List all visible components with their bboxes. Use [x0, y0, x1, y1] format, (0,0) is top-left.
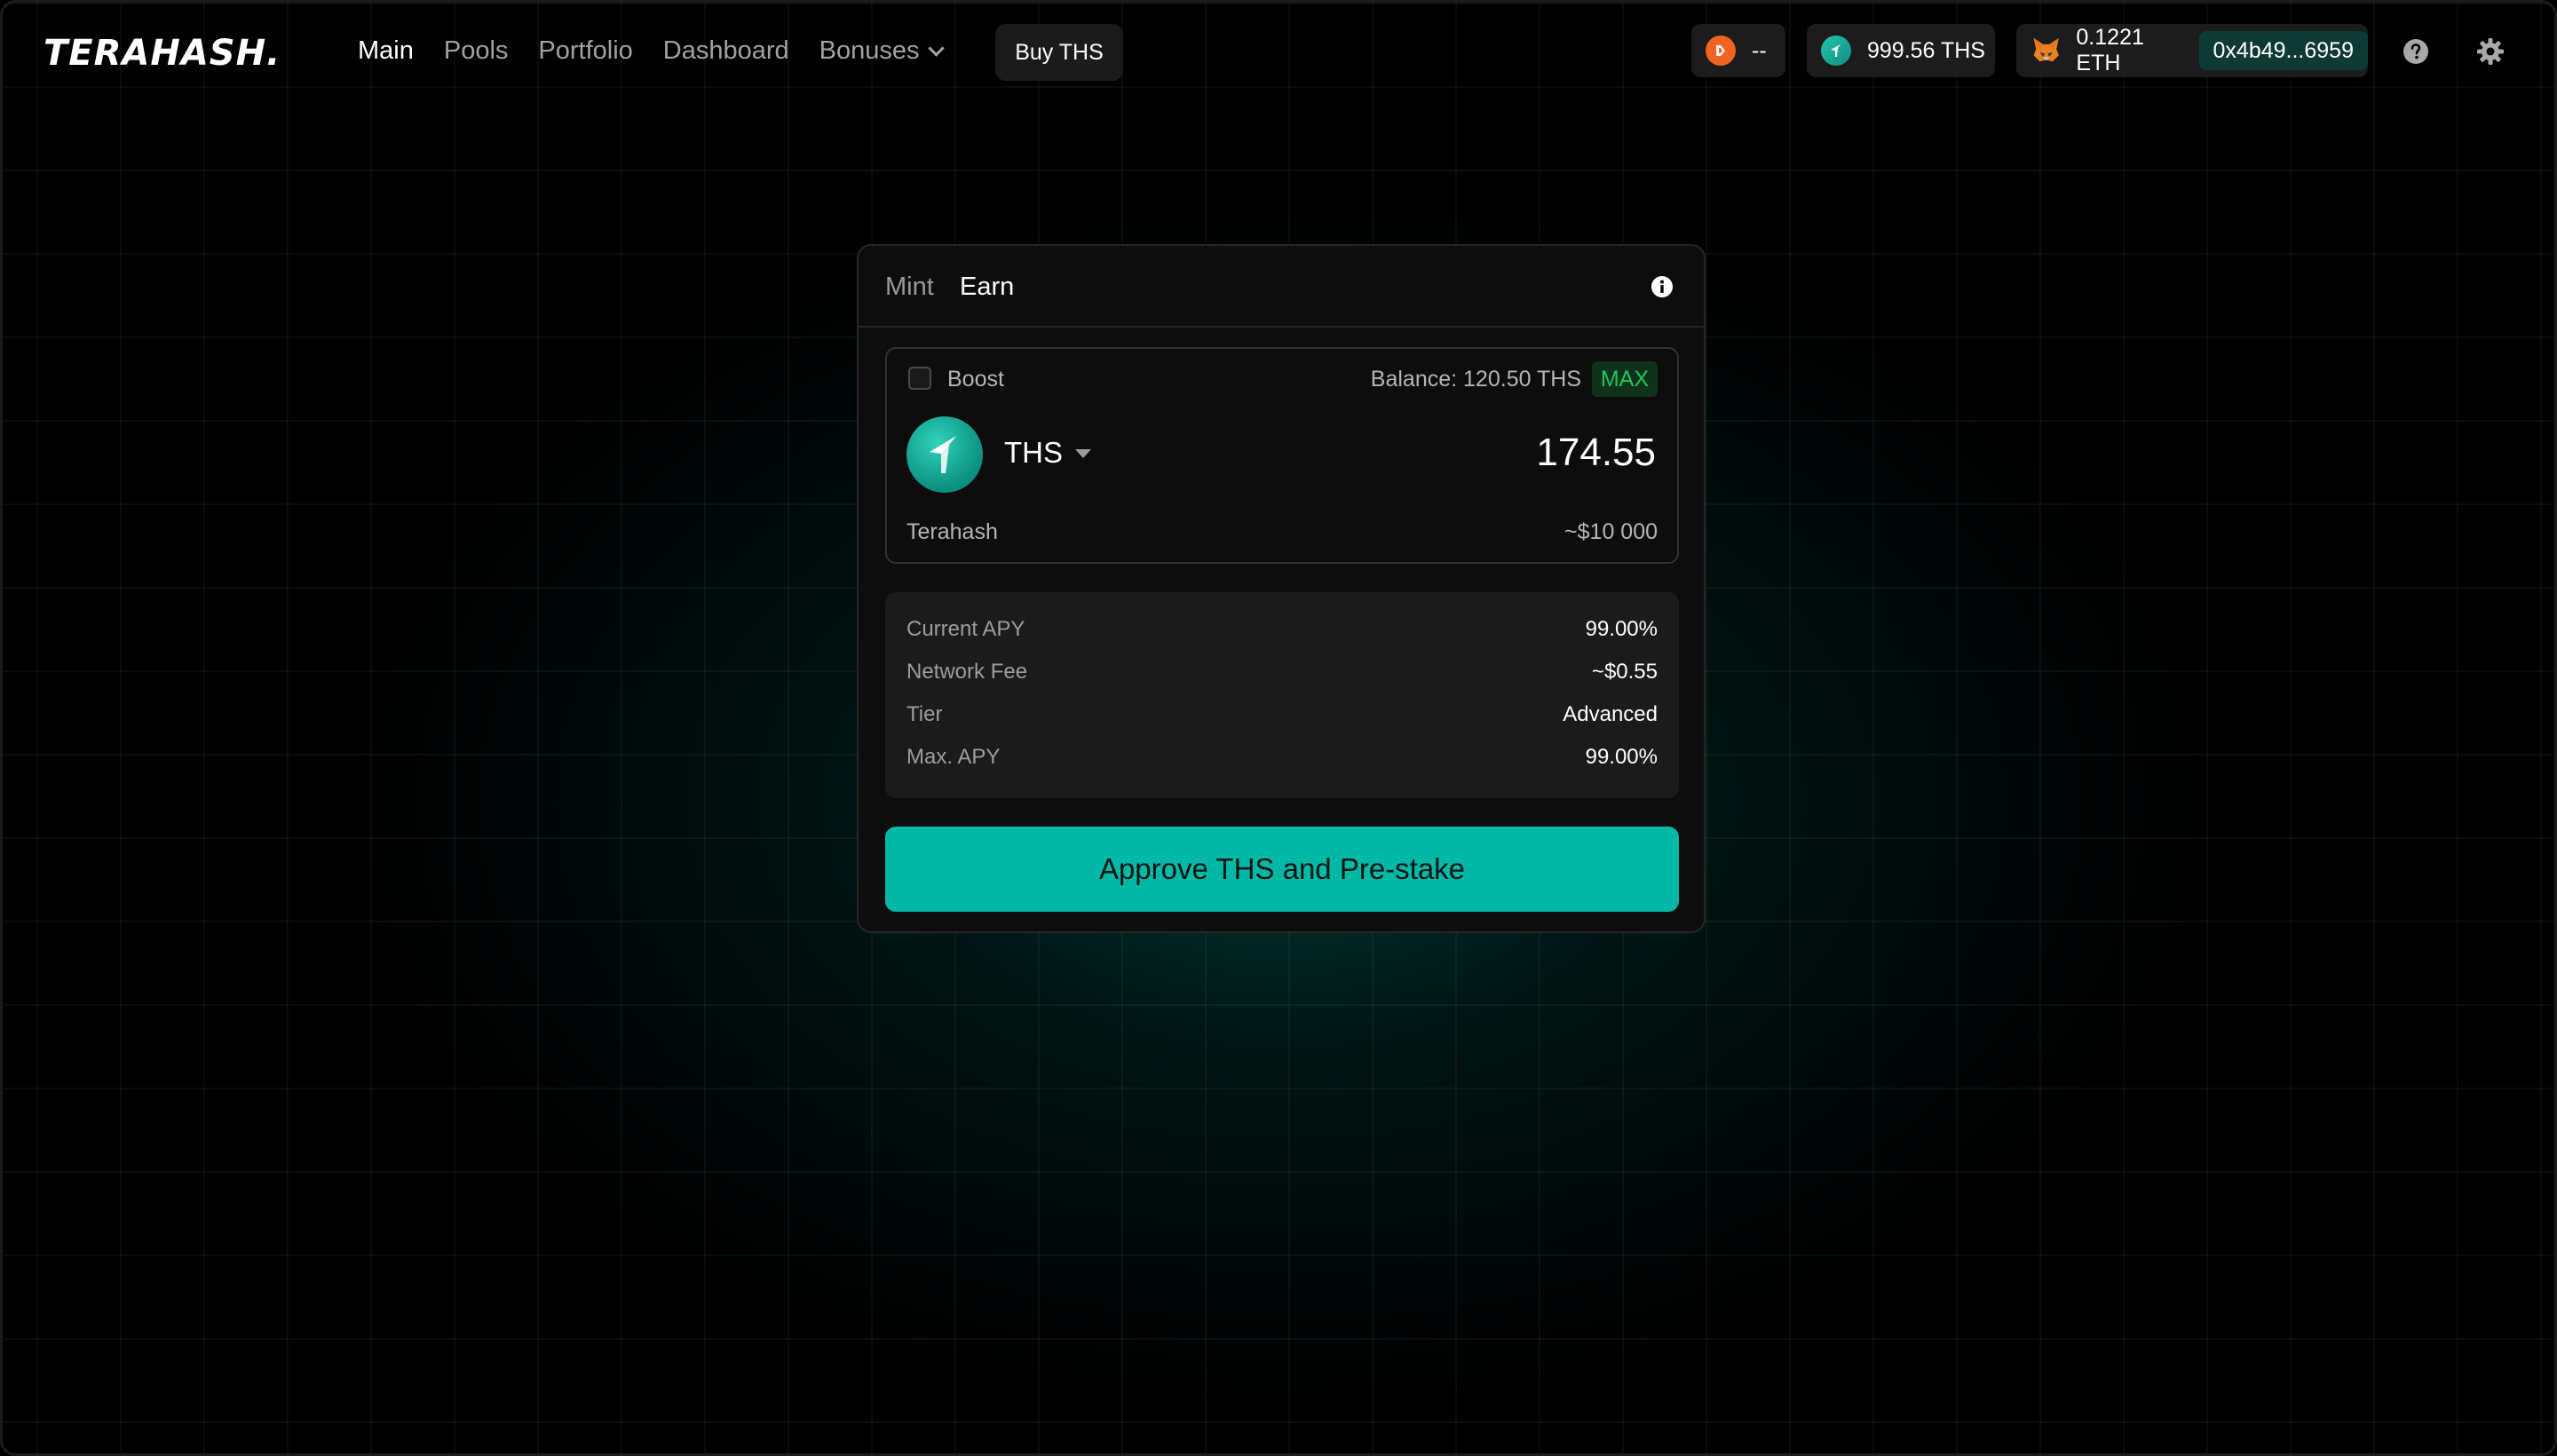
eth-balance: 0.1221 ETH: [2076, 25, 2144, 75]
stat-label: Network Fee: [906, 660, 1028, 684]
amount-input-box: Boost Balance: 120.50 THS MAX THS Teraha…: [885, 347, 1679, 564]
nav-pools[interactable]: Pools: [444, 36, 509, 66]
top-header: TERAHASH. Main Pools Portfolio Dashboard…: [3, 3, 2554, 102]
token-symbol: THS: [1004, 436, 1063, 469]
token-name: Terahash: [906, 519, 998, 544]
terahash-logo[interactable]: TERAHASH.: [44, 33, 281, 74]
ths-coin-icon: [1821, 36, 1851, 66]
boost-checkbox[interactable]: [908, 367, 931, 390]
app-frame: TERAHASH. Main Pools Portfolio Dashboard…: [0, 0, 2557, 1456]
points-coin-icon: [1706, 36, 1736, 66]
help-icon[interactable]: [2402, 37, 2430, 66]
ths-balance: 999.56 THS: [1867, 37, 1985, 63]
buy-ths-button[interactable]: Buy THS: [995, 24, 1123, 81]
boost-label: Boost: [947, 367, 1004, 392]
metamask-fox-icon: [2033, 37, 2059, 62]
stat-label: Tier: [906, 702, 943, 726]
nav-bonuses[interactable]: Bonuses: [819, 36, 945, 66]
token-selector[interactable]: THS: [1004, 436, 1091, 470]
ths-token-icon: [906, 416, 983, 493]
nav-dashboard[interactable]: Dashboard: [663, 36, 789, 66]
nav-main[interactable]: Main: [358, 36, 414, 66]
nav-bonuses-label: Bonuses: [819, 36, 920, 65]
nav-portfolio[interactable]: Portfolio: [538, 36, 632, 66]
stat-row-current-apy: Current APY 99.00%: [906, 613, 1658, 645]
tab-mint[interactable]: Mint: [885, 273, 934, 302]
points-value: --: [1752, 37, 1767, 63]
wallet-pill[interactable]: 0.1221 ETH 0x4b49...6959: [2016, 24, 2368, 77]
amount-input[interactable]: [1299, 425, 1658, 480]
stat-value: 99.00%: [1585, 745, 1658, 769]
gear-icon[interactable]: [2476, 37, 2505, 66]
chevron-down-icon: [927, 40, 945, 57]
ths-balance-pill[interactable]: 999.56 THS: [1807, 24, 1995, 77]
caret-down-icon: [1075, 449, 1091, 458]
balance-label: Balance: 120.50 THS: [1370, 367, 1581, 392]
stat-value: Advanced: [1563, 702, 1658, 726]
stat-row-tier: Tier Advanced: [906, 699, 1658, 731]
usd-value: ~$10 000: [1564, 519, 1658, 544]
tab-earn[interactable]: Earn: [960, 273, 1014, 302]
max-button[interactable]: MAX: [1591, 361, 1658, 397]
info-icon[interactable]: [1651, 275, 1674, 298]
stake-card: Mint Earn Boost Balance: 120.50 THS MAX …: [857, 244, 1706, 933]
stat-row-max-apy: Max. APY 99.00%: [906, 741, 1658, 773]
stat-value: 99.00%: [1585, 617, 1658, 641]
stat-value: ~$0.55: [1591, 660, 1658, 684]
stat-label: Current APY: [906, 617, 1025, 641]
wallet-address[interactable]: 0x4b49...6959: [2198, 31, 2368, 70]
main-nav: Main Pools Portfolio Dashboard Bonuses: [358, 36, 945, 66]
card-tabs: Mint Earn: [859, 246, 1704, 328]
stats-box: Current APY 99.00% Network Fee ~$0.55 Ti…: [885, 592, 1679, 798]
stat-label: Max. APY: [906, 745, 1001, 769]
approve-prestake-button[interactable]: Approve THS and Pre-stake: [885, 827, 1679, 912]
points-pill[interactable]: --: [1691, 24, 1785, 77]
stat-row-network-fee: Network Fee ~$0.55: [906, 656, 1658, 688]
